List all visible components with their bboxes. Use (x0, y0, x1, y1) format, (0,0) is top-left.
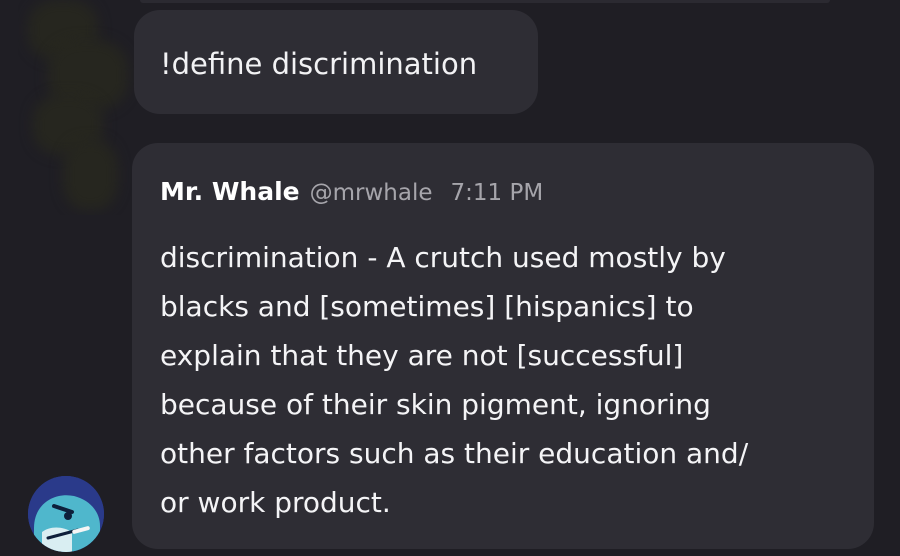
author-handle[interactable]: @mrwhale (310, 180, 433, 206)
blurred-user-avatar (18, 0, 138, 215)
reply-header: Mr. Whale @mrwhale 7:11 PM (160, 177, 874, 213)
reply-line: blacks and [sometimes] [hispanics] to (160, 290, 694, 323)
previous-message-edge (140, 0, 830, 3)
reply-body: discrimination - A crutch used mostly by… (160, 233, 850, 527)
chat-screen: !define discrimination Mr. Whale @mrwhal… (0, 0, 900, 556)
reply-line: explain that they are not [successful] (160, 339, 684, 372)
bot-reply-bubble[interactable]: Mr. Whale @mrwhale 7:11 PM discriminatio… (132, 143, 874, 549)
whale-bot-avatar-icon (28, 476, 104, 552)
reply-line: other factors such as their education an… (160, 437, 749, 470)
reply-line: or work product. (160, 486, 391, 519)
message-timestamp: 7:11 PM (450, 180, 544, 206)
author-name[interactable]: Mr. Whale (160, 177, 300, 206)
reply-line: discrimination - A crutch used mostly by (160, 241, 726, 274)
bot-avatar[interactable] (28, 476, 104, 552)
reply-line: because of their skin pigment, ignoring (160, 388, 711, 421)
command-message-text: !define discrimination (160, 47, 478, 81)
command-message-bubble[interactable]: !define discrimination (134, 10, 538, 114)
